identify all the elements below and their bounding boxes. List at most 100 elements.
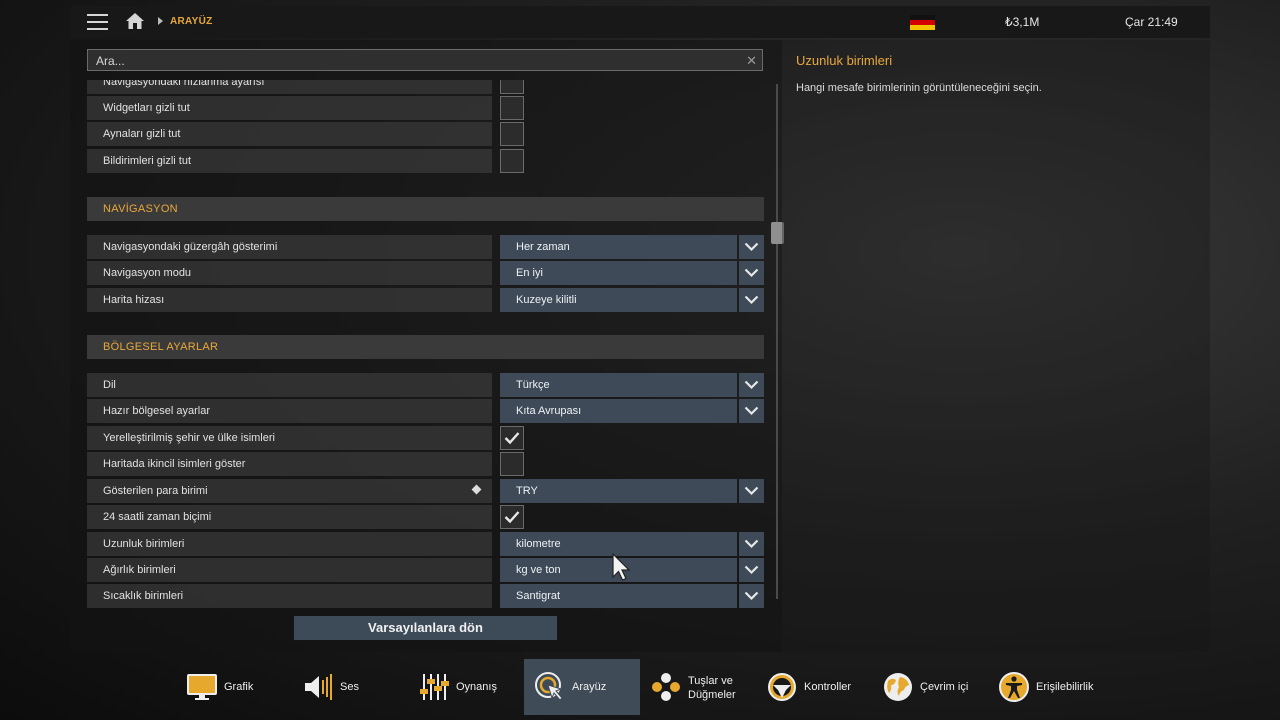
setting-label: Harita hizası — [87, 288, 492, 312]
chevron-down-icon[interactable] — [739, 288, 764, 312]
checkbox[interactable] — [500, 122, 524, 146]
list-item: Dil Türkçe — [87, 373, 764, 397]
checkbox[interactable] — [500, 505, 524, 529]
dropdown-value[interactable]: Kuzeye kilitli — [500, 288, 737, 312]
tab-label: Oynanış — [456, 681, 497, 693]
chevron-down-icon[interactable] — [739, 399, 764, 423]
keys-icon — [652, 673, 680, 701]
speaker-icon — [305, 674, 332, 700]
setting-label: Navigasyon modu — [87, 261, 492, 285]
checkbox[interactable] — [500, 96, 524, 120]
list-item: Hazır bölgesel ayarlar Kıta Avrupası — [87, 399, 764, 423]
list-item: Navigasyondaki hızlanma ayarısı — [87, 80, 764, 94]
chevron-down-icon[interactable] — [739, 558, 764, 582]
menu-icon[interactable] — [87, 14, 108, 30]
settings-panel: Ara... ✕ Navigasyondaki hızlanma ayarısı… — [70, 40, 784, 652]
tab-online[interactable]: Çevrim içi — [872, 659, 988, 715]
search-input[interactable]: Ara... ✕ — [87, 49, 763, 71]
mouse-cursor-icon — [612, 553, 631, 581]
section-header-regional: BÖLGESEL AYARLAR — [87, 335, 764, 359]
list-item: Uzunluk birimleri kilometre — [87, 532, 764, 556]
dropdown-value[interactable]: En iyi — [500, 261, 737, 285]
tab-gameplay[interactable]: Oynanış — [408, 659, 524, 715]
dropdown-value[interactable]: Her zaman — [500, 235, 737, 259]
checkbox[interactable] — [500, 149, 524, 173]
list-item: Aynaları gizli tut — [87, 122, 764, 146]
setting-label: 24 saatli zaman biçimi — [87, 505, 492, 529]
setting-label: Dil — [87, 373, 492, 397]
breadcrumb: ARAYÜZ — [170, 16, 213, 27]
checkbox[interactable] — [500, 452, 524, 476]
tab-graphics[interactable]: Grafik — [176, 659, 292, 715]
tab-controls[interactable]: Kontroller — [756, 659, 872, 715]
home-icon[interactable] — [125, 12, 145, 30]
section-header-navigation: NAVİGASYON — [87, 197, 764, 221]
dropdown-value[interactable]: Kıta Avrupası — [500, 399, 737, 423]
dropdown-value[interactable]: Türkçe — [500, 373, 737, 397]
list-item: Gösterilen para birimi TRY — [87, 479, 764, 503]
description-title: Uzunluk birimleri — [796, 53, 893, 68]
germany-flag-icon — [910, 15, 935, 30]
chevron-down-icon[interactable] — [739, 584, 764, 608]
list-item: Haritada ikincil isimleri göster — [87, 452, 764, 476]
list-item: Yerelleştirilmiş şehir ve ülke isimleri — [87, 426, 764, 450]
tab-label: Ses — [340, 681, 359, 693]
accessibility-icon — [999, 672, 1029, 702]
chevron-down-icon[interactable] — [739, 532, 764, 556]
tab-label: Grafik — [224, 681, 254, 693]
tab-label: Kontroller — [804, 681, 852, 693]
game-clock: Çar 21:49 — [1125, 15, 1178, 29]
list-item: Bildirimleri gizli tut — [87, 149, 764, 173]
description-panel: Uzunluk birimleri Hangi mesafe birimleri… — [782, 40, 1210, 652]
sliders-icon — [420, 674, 449, 700]
chevron-down-icon[interactable] — [739, 261, 764, 285]
dropdown-value[interactable]: TRY — [500, 479, 737, 503]
list-item: Harita hizası Kuzeye kilitli — [87, 288, 764, 312]
settings-list: Navigasyondaki hızlanma ayarısı Widgetla… — [87, 80, 764, 640]
setting-label: Ağırlık birimleri — [87, 558, 492, 582]
dropdown-value[interactable]: Santigrat — [500, 584, 737, 608]
chevron-down-icon[interactable] — [739, 373, 764, 397]
tab-accessibility[interactable]: Erişilebilirlik — [988, 659, 1104, 715]
checkmark-icon — [504, 511, 520, 524]
checkmark-icon — [504, 432, 520, 445]
tab-label: Arayüz — [572, 681, 607, 693]
bottom-nav: Grafik Ses Oynanış Arayüz Tuşlar ve Düğm… — [0, 659, 1280, 720]
tab-interface[interactable]: Arayüz — [524, 659, 640, 715]
list-item: Navigasyondaki güzergâh gösterimi Her za… — [87, 235, 764, 259]
steering-wheel-icon — [768, 673, 796, 701]
setting-label: Hazır bölgesel ayarlar — [87, 399, 492, 423]
tab-label-line1: Tuşlar ve — [688, 675, 733, 687]
tab-label: Tuşlar ve Düğmeler — [688, 674, 736, 702]
scrollbar-track[interactable] — [776, 84, 778, 599]
globe-icon — [884, 673, 912, 701]
tab-label: Çevrim içi — [920, 681, 969, 693]
money-balance: ₺3,1M — [1005, 15, 1040, 29]
checkbox[interactable] — [500, 426, 524, 450]
chevron-down-icon[interactable] — [739, 235, 764, 259]
tab-label-line2: Düğmeler — [688, 689, 736, 701]
list-item: Ağırlık birimleri kg ve ton — [87, 558, 764, 582]
list-item: Navigasyon modu En iyi — [87, 261, 764, 285]
setting-label: Widgetları gizli tut — [87, 96, 492, 120]
setting-label: Navigasyondaki güzergâh gösterimi — [87, 235, 492, 259]
search-placeholder: Ara... — [96, 54, 125, 68]
breadcrumb-arrow-icon — [158, 17, 163, 25]
tab-keys-buttons[interactable]: Tuşlar ve Düğmeler — [640, 659, 756, 715]
list-item: Widgetları gizli tut — [87, 96, 764, 120]
setting-label: Bildirimleri gizli tut — [87, 149, 492, 173]
chevron-down-icon[interactable] — [739, 479, 764, 503]
close-icon[interactable]: ✕ — [746, 53, 757, 69]
tab-label: Erişilebilirlik — [1036, 681, 1094, 693]
top-bar: ARAYÜZ ₺3,1M Çar 21:49 — [70, 6, 1210, 38]
list-item: Sıcaklık birimleri Santigrat — [87, 584, 764, 608]
monitor-icon — [187, 674, 217, 700]
tab-sound[interactable]: Ses — [292, 659, 408, 715]
description-text: Hangi mesafe birimlerinin görüntüleneceğ… — [796, 82, 1042, 94]
setting-label: Uzunluk birimleri — [87, 532, 492, 556]
list-item: 24 saatli zaman biçimi — [87, 505, 764, 529]
checkbox[interactable] — [500, 80, 524, 94]
setting-label: Haritada ikincil isimleri göster — [87, 452, 492, 476]
setting-label: Navigasyondaki hızlanma ayarısı — [87, 80, 492, 94]
reset-defaults-button[interactable]: Varsayılanlara dön — [294, 616, 557, 640]
